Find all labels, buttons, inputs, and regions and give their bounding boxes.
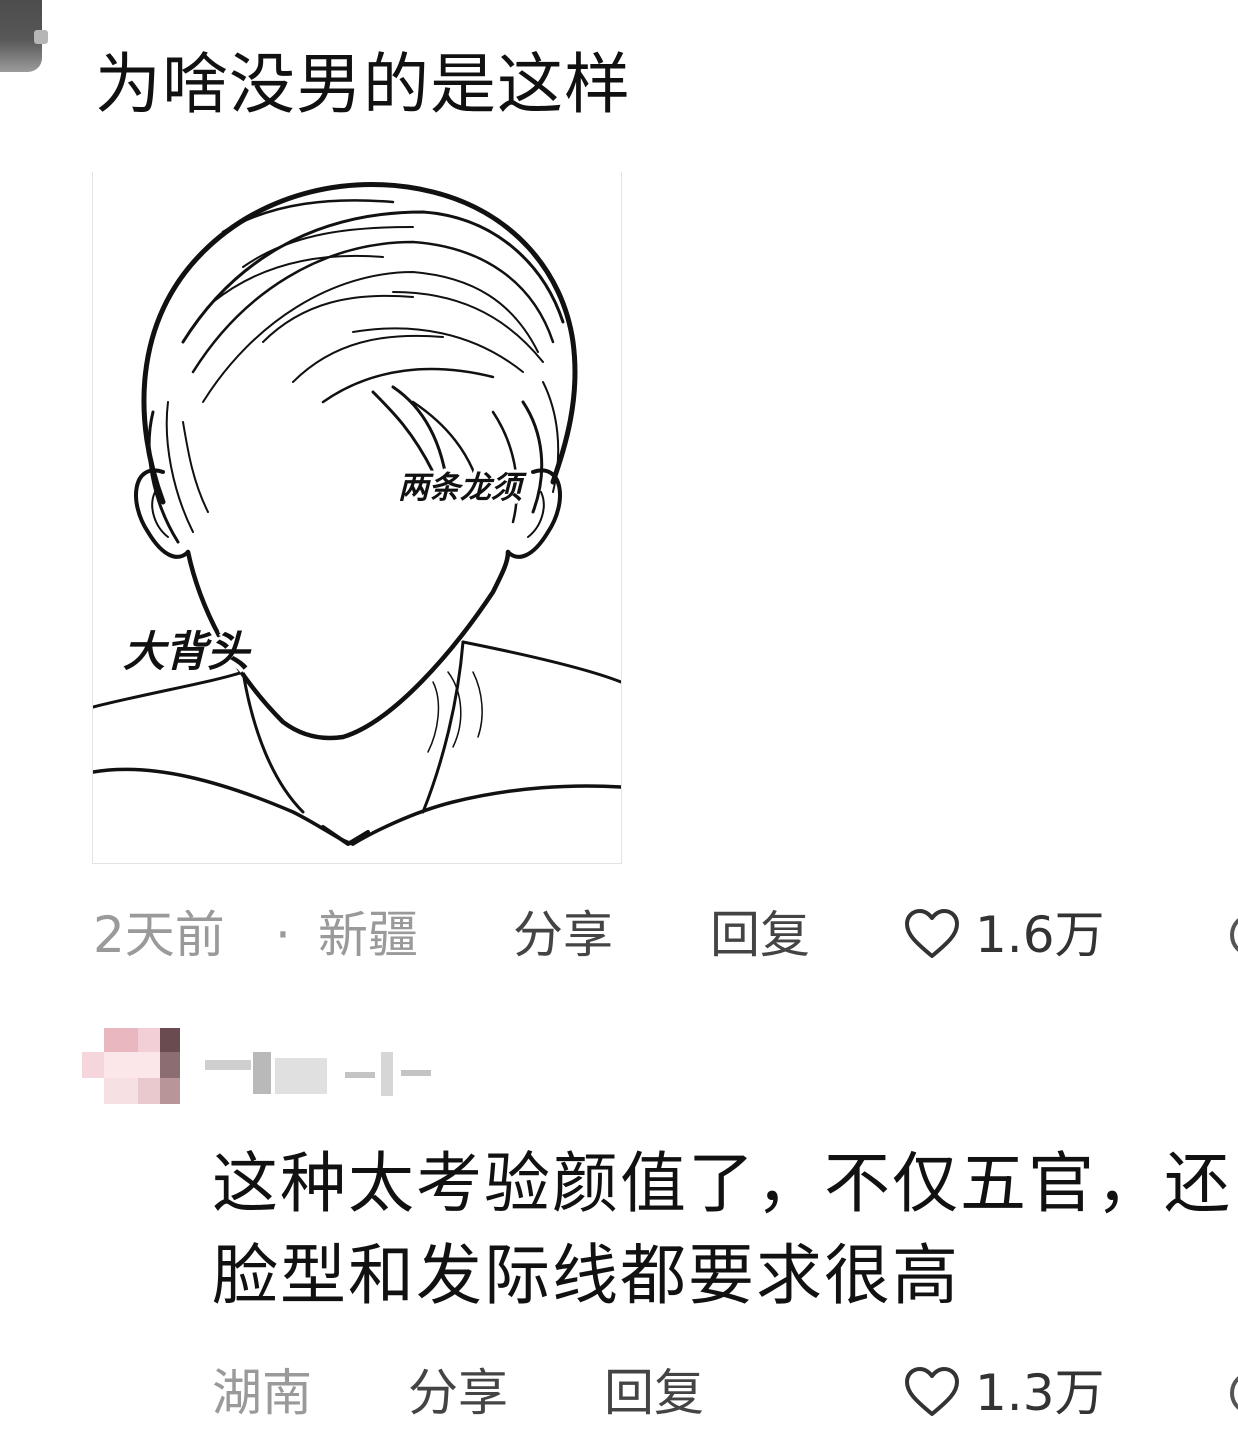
comment-text-line: 这种太考验颜值了，不仅五官，还 (212, 1145, 1232, 1222)
post-meta-row: 2天前 · 新疆 分享 回复 1.6万 (0, 900, 1238, 970)
hairstyle-illustration (93, 182, 621, 846)
meta-separator: · (275, 906, 291, 964)
post-image[interactable]: 两条龙须 大背头 (92, 172, 622, 864)
post-time: 2天前 (93, 906, 225, 964)
post-title: 为啥没男的是这样 (95, 46, 631, 123)
post-like-count: 1.6万 (975, 906, 1105, 964)
heart-icon[interactable] (903, 1366, 961, 1418)
post-location: 新疆 (318, 906, 418, 964)
annotation-dragon-whiskers: 两条龙须 (398, 470, 522, 506)
post-reply-button[interactable]: 回复 (710, 900, 810, 970)
comment-reply-button[interactable]: 回复 (604, 1358, 704, 1428)
annotation-slicked-back: 大背头 (123, 627, 250, 676)
comment-share-button[interactable]: 分享 (408, 1358, 508, 1428)
comment-text-line: 脸型和发际线都要求很高 (212, 1237, 960, 1314)
comment-icon[interactable] (1228, 909, 1238, 961)
post-share-button[interactable]: 分享 (513, 900, 613, 970)
comment-text: 这种太考验颜值了，不仅五官，还 脸型和发际线都要求很高 (212, 1138, 1238, 1322)
author-avatar-fragment (34, 30, 48, 44)
commenter-username[interactable] (205, 1048, 435, 1102)
commenter-avatar[interactable] (82, 1028, 180, 1104)
comment-like-count: 1.3万 (975, 1364, 1105, 1422)
comment-location: 湖南 (212, 1364, 312, 1422)
comment-meta-row: 湖南 分享 回复 1.3万 (0, 1358, 1238, 1428)
heart-icon[interactable] (903, 908, 961, 960)
comment-icon[interactable] (1228, 1367, 1238, 1419)
